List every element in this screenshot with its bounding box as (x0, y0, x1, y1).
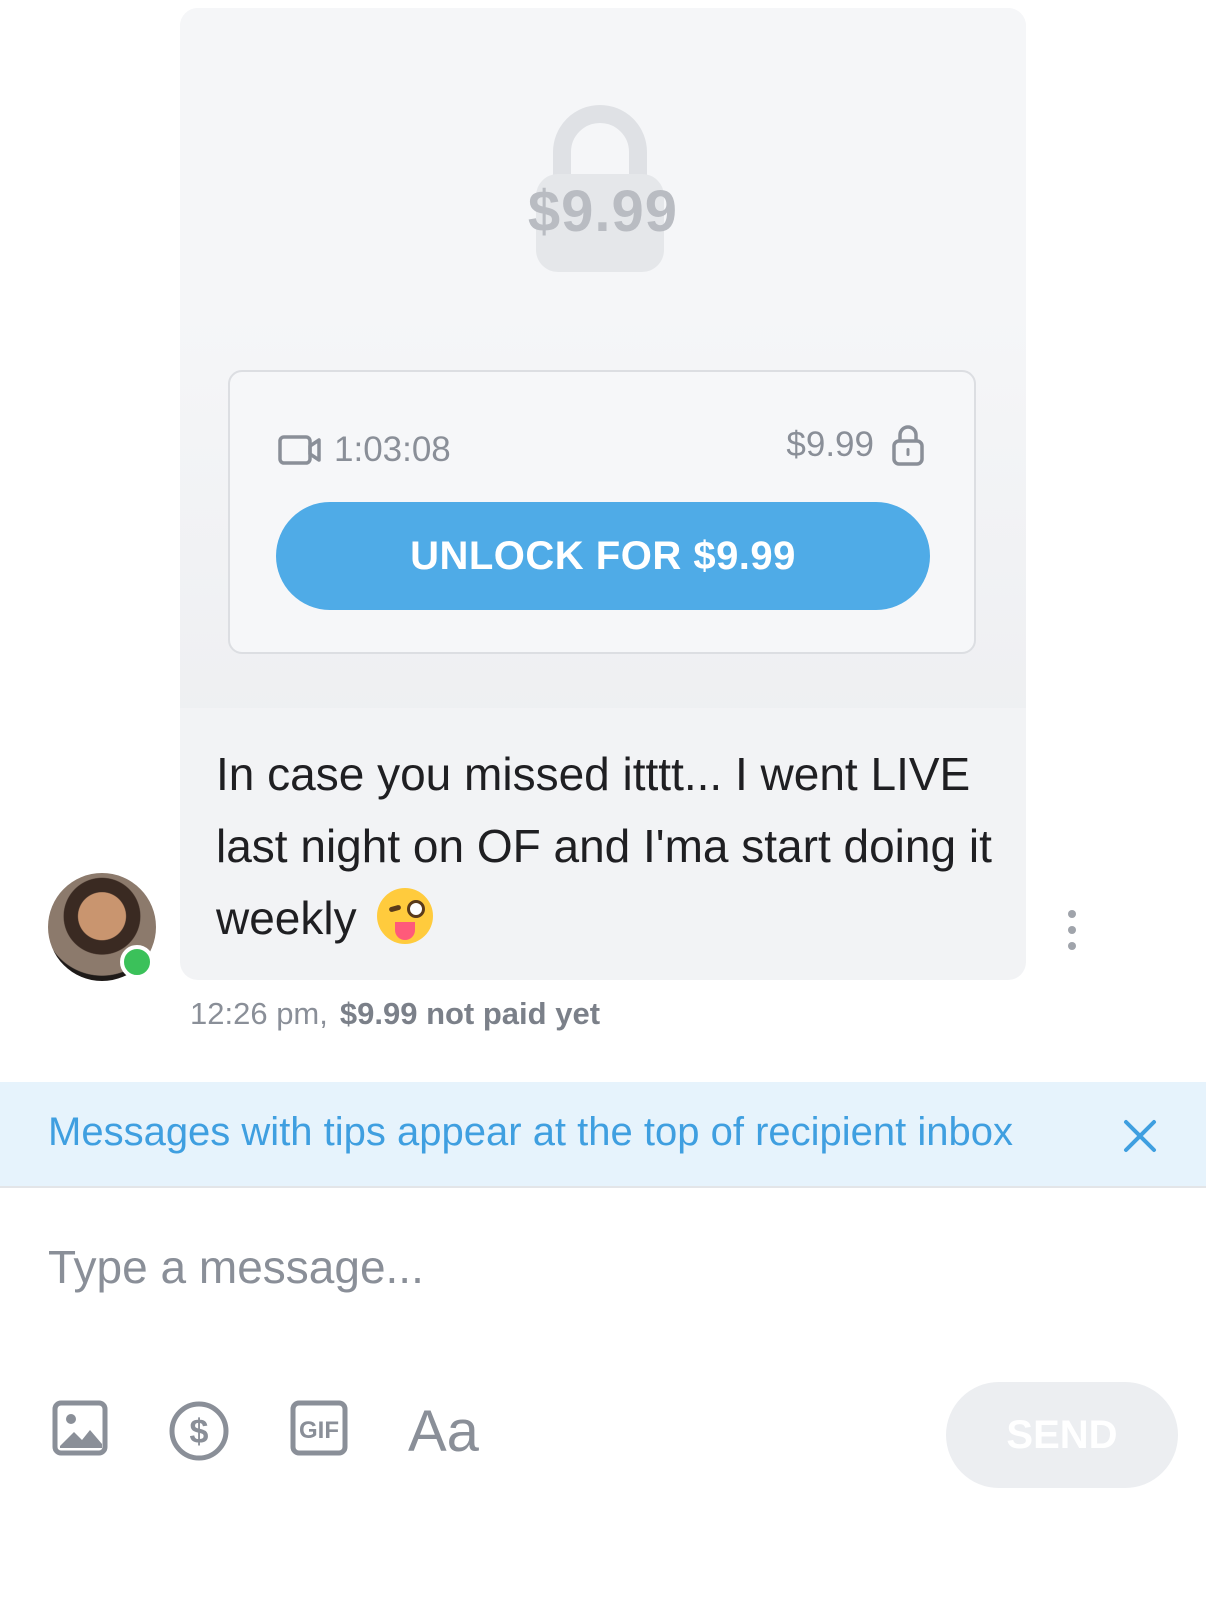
video-duration: 1:03:08 (278, 430, 451, 470)
unlock-button[interactable]: UNLOCK FOR $9.99 (276, 502, 930, 610)
unlock-panel: 1:03:08 $9.99 UNLOCK FOR $9.99 (228, 370, 976, 654)
video-camera-icon (278, 435, 321, 465)
message-time: 12:26 pm, (190, 996, 328, 1031)
message-text: In case you missed itttt... I went LIVE … (216, 738, 1006, 954)
svg-text:$: $ (190, 1413, 209, 1451)
close-icon[interactable] (1120, 1116, 1160, 1156)
image-icon[interactable] (52, 1400, 108, 1456)
send-button[interactable]: SEND (946, 1382, 1178, 1488)
locked-price-overlay: $9.99 (527, 179, 679, 244)
message-meta: 12:26 pm, $9.99 not paid yet (190, 996, 600, 1032)
message-text-content: In case you missed itttt... I went LIVE … (216, 748, 992, 944)
more-options-icon[interactable] (1066, 910, 1078, 950)
media-price: $9.99 (786, 424, 924, 466)
tip-banner-text: Messages with tips appear at the top of … (48, 1110, 1013, 1154)
tip-info-banner: Messages with tips appear at the top of … (0, 1082, 1206, 1186)
duration-text: 1:03:08 (334, 430, 451, 469)
gif-icon[interactable]: GIF (290, 1400, 348, 1456)
text-format-button[interactable]: Aa (408, 1398, 479, 1465)
svg-text:GIF: GIF (299, 1417, 339, 1444)
tip-dollar-icon[interactable]: $ (168, 1400, 230, 1462)
message-input[interactable] (48, 1240, 948, 1294)
lock-icon (892, 425, 924, 466)
avatar[interactable] (48, 873, 156, 981)
message-bubble: $9.99 1:03:08 $9.99 UNLOCK FOR $9.99 In … (180, 8, 1026, 980)
payment-status: $9.99 not paid yet (339, 996, 601, 1031)
divider (0, 1186, 1206, 1188)
wink-tongue-emoji-icon (377, 888, 434, 944)
online-indicator (120, 945, 154, 979)
price-text: $9.99 (786, 425, 874, 464)
locked-media-preview[interactable]: $9.99 1:03:08 $9.99 UNLOCK FOR $9.99 (180, 8, 1026, 708)
